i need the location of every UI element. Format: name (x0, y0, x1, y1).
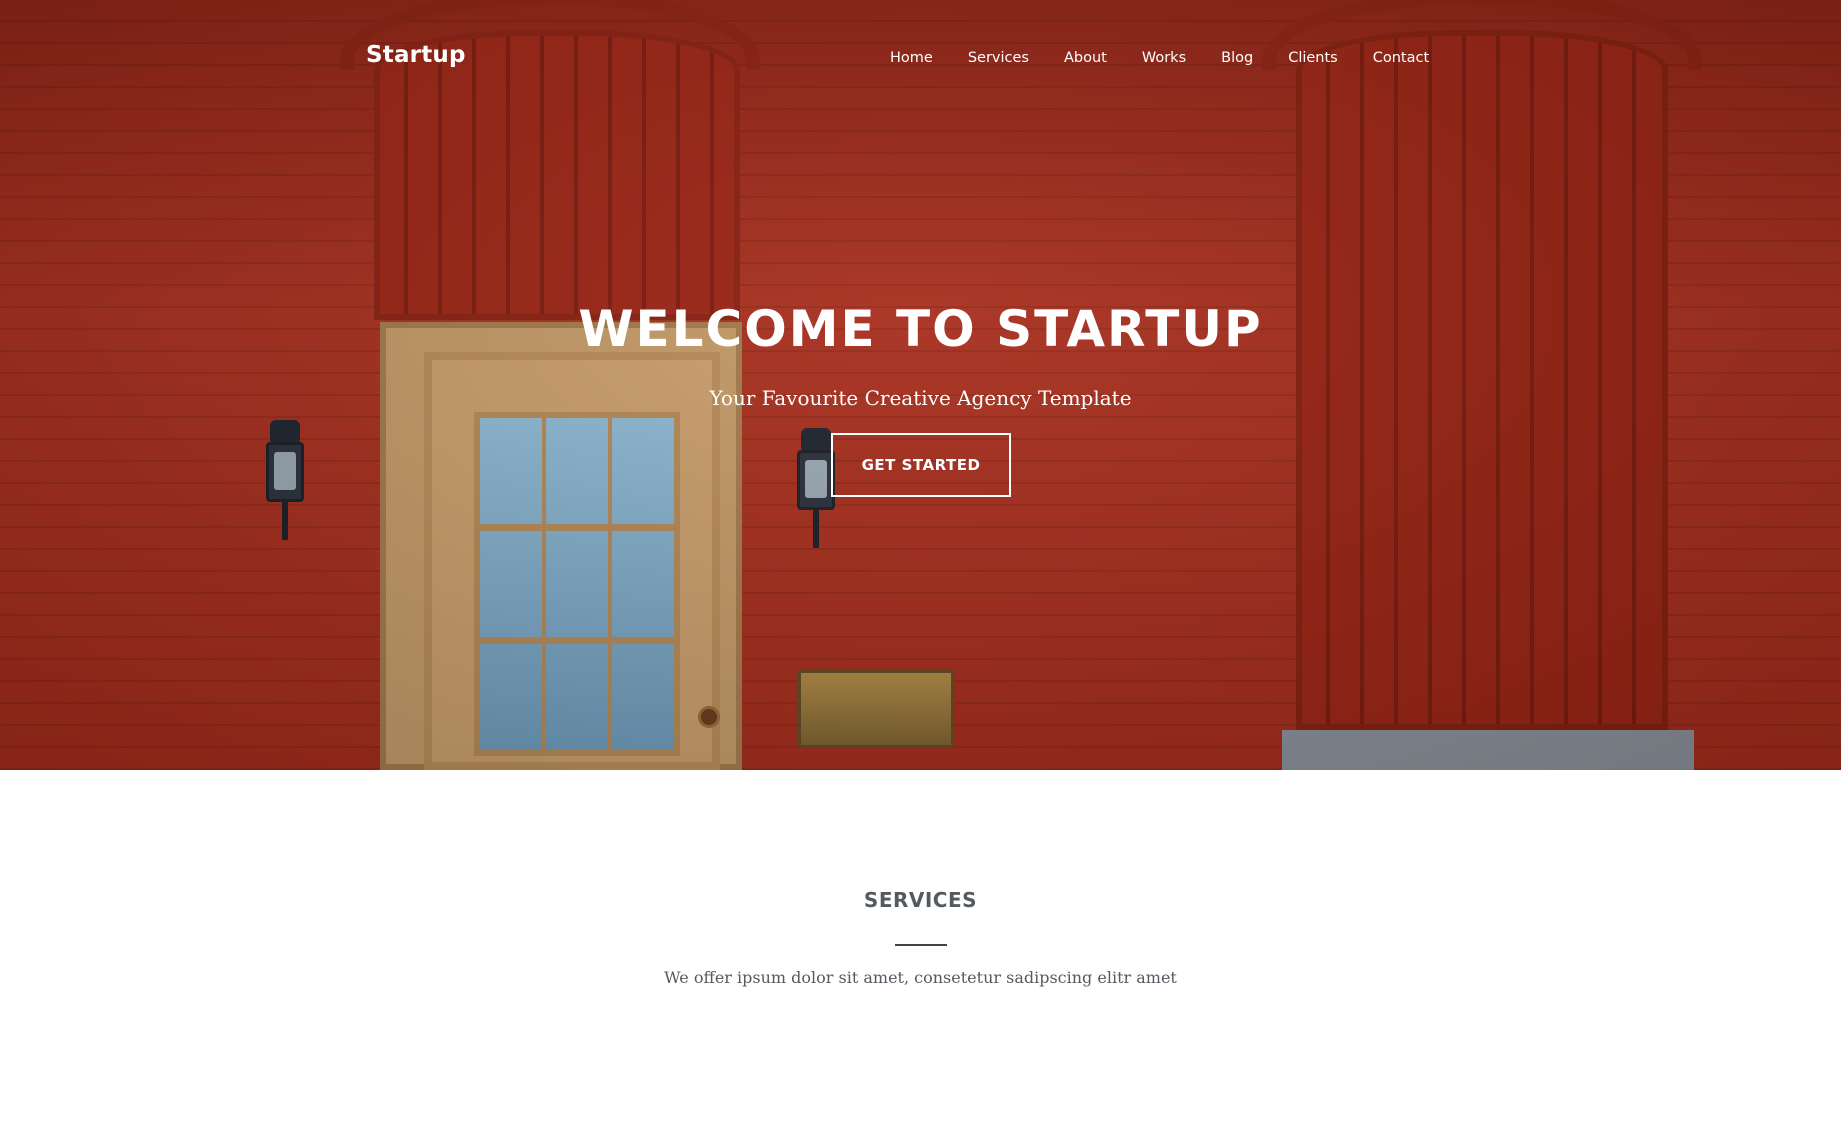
nav-link-contact[interactable]: Contact (1373, 50, 1429, 66)
get-started-button[interactable]: GET STARTED (831, 433, 1011, 497)
section-divider (895, 944, 947, 946)
door-knob (698, 706, 720, 728)
nav-link-blog[interactable]: Blog (1221, 50, 1253, 66)
nav-link-home[interactable]: Home (890, 50, 933, 66)
services-section: SERVICES We offer ipsum dolor sit amet, … (0, 770, 1841, 1123)
nav-link-services[interactable]: Services (968, 50, 1029, 66)
navbar: Startup Home Services About Works Blog C… (0, 0, 1841, 110)
stone-step (1282, 730, 1694, 770)
services-heading: SERVICES (863, 888, 978, 912)
mailbox (798, 670, 954, 748)
wall-lamp-left (262, 420, 308, 540)
door-window (474, 412, 680, 756)
hero-title: WELCOME TO STARTUP (578, 300, 1263, 358)
services-description: We offer ipsum dolor sit amet, consetetu… (664, 968, 1177, 987)
nav-link-works[interactable]: Works (1142, 50, 1186, 66)
hero-subtitle: Your Favourite Creative Agency Template (709, 386, 1132, 410)
hero-section (0, 0, 1841, 770)
right-shutter-panel (1296, 30, 1668, 730)
nav-link-clients[interactable]: Clients (1288, 50, 1338, 66)
brand-logo[interactable]: Startup (366, 42, 466, 68)
nav-link-about[interactable]: About (1064, 50, 1107, 66)
nav-menu: Home Services About Works Blog Clients C… (890, 50, 1464, 66)
